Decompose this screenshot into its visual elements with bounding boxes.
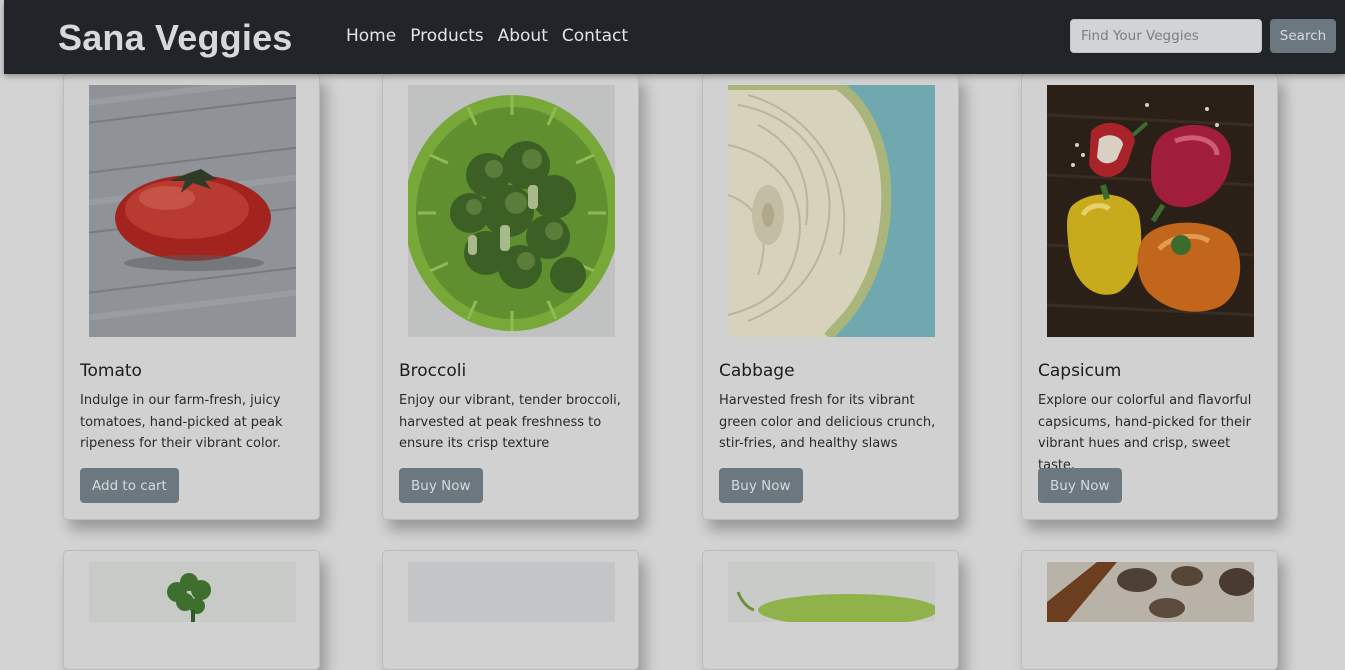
add-to-cart-button[interactable]: Add to cart <box>80 468 179 503</box>
product-card <box>382 550 639 670</box>
card-description: Indulge in our farm-fresh, juicy tomatoe… <box>80 393 283 451</box>
buy-now-button[interactable]: Buy Now <box>1038 468 1122 503</box>
product-card <box>63 550 320 670</box>
tomato-image <box>89 85 296 337</box>
card-title: Cabbage <box>719 361 795 381</box>
product-card <box>702 550 959 670</box>
product-card-broccoli: Broccoli Enjoy our vibrant, tender brocc… <box>382 73 639 520</box>
product-card-capsicum: Capsicum Explore our colorful and flavor… <box>1021 73 1278 520</box>
vegetable-image <box>728 562 935 622</box>
product-card-tomato: Tomato Indulge in our farm-fresh, juicy … <box>63 73 320 520</box>
brand-logo[interactable]: Sana Veggies <box>58 17 293 59</box>
capsicum-image <box>1047 85 1254 337</box>
vegetable-image <box>89 562 296 622</box>
vegetable-image <box>1047 562 1254 622</box>
card-title: Tomato <box>80 361 142 381</box>
nav-link-home[interactable]: Home <box>346 26 396 46</box>
broccoli-image <box>408 85 615 337</box>
card-description: Explore our colorful and flavorful capsi… <box>1038 393 1252 473</box>
card-title: Capsicum <box>1038 361 1122 381</box>
nav-link-about[interactable]: About <box>498 26 548 46</box>
card-title: Broccoli <box>399 361 467 381</box>
navbar: Sana Veggies Home Products About Contact… <box>4 0 1345 74</box>
product-card <box>1021 550 1278 670</box>
buy-now-button[interactable]: Buy Now <box>719 468 803 503</box>
nav-links: Home Products About Contact <box>346 26 628 46</box>
search-button[interactable]: Search <box>1270 19 1336 53</box>
card-description: Enjoy our vibrant, tender broccoli, harv… <box>399 393 621 451</box>
buy-now-button[interactable]: Buy Now <box>399 468 483 503</box>
card-description: Harvested fresh for its vibrant green co… <box>719 393 936 451</box>
nav-link-products[interactable]: Products <box>410 26 483 46</box>
product-card-cabbage: Cabbage Harvested fresh for its vibrant … <box>702 73 959 520</box>
search-input[interactable] <box>1070 19 1262 53</box>
vegetable-image <box>408 562 615 622</box>
cabbage-image <box>728 85 935 337</box>
nav-link-contact[interactable]: Contact <box>562 26 628 46</box>
